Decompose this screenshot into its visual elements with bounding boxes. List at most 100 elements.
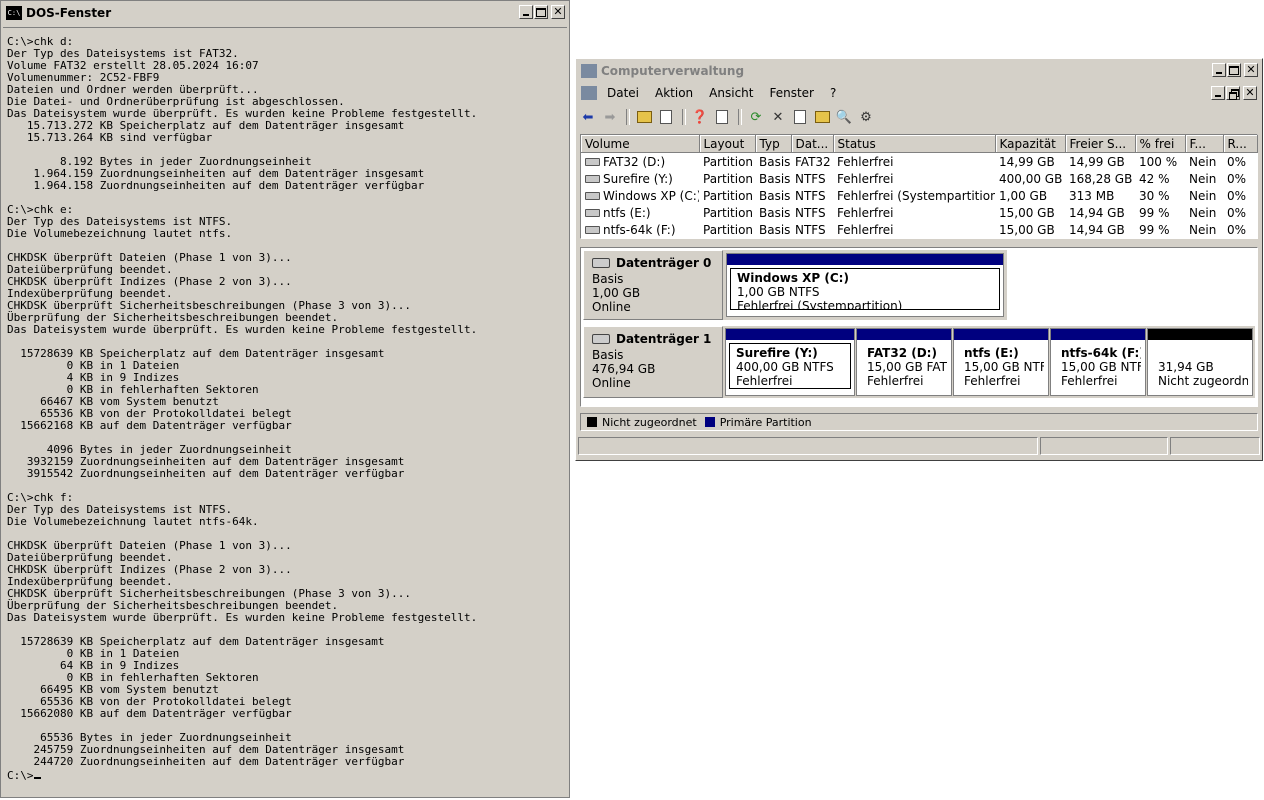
unallocated-details: 31,94 GB Nicht zugeordnet (1151, 343, 1249, 389)
table-row[interactable]: Windows XP (C:) Partition Basis NTFS Feh… (581, 187, 1257, 204)
fault-tolerance-cell: Nein (1189, 188, 1217, 203)
properties-button[interactable] (790, 107, 810, 127)
table-row[interactable]: Surefire (Y:) Partition Basis NTFS Fehle… (581, 170, 1257, 187)
console-text: C:\>chk d: Der Typ des Dateisystems ist … (3, 28, 567, 790)
free-space-cell: 14,94 GB (1069, 205, 1125, 220)
disk-1-header[interactable]: Datenträger 1 Basis 476,94 GB Online (583, 326, 723, 398)
partition-e[interactable]: ntfs (E:) 15,00 GB NTFS Fehlerfrei (953, 328, 1049, 396)
partition-size: 1,00 GB NTFS (737, 285, 820, 299)
disk-icon (592, 334, 610, 344)
menu-fenster[interactable]: Fenster (761, 86, 822, 100)
restore-icon-front (1229, 92, 1237, 100)
help-icon: ❓ (691, 109, 709, 125)
partition-status: Fehlerfrei (1061, 374, 1118, 388)
partition-d[interactable]: FAT32 (D:) 15,00 GB FAT32 Fehlerfrei (856, 328, 952, 396)
partition-title: ntfs-64k (F:) (1061, 346, 1142, 360)
col-header-kapazitaet[interactable]: Kapazität (995, 135, 1066, 153)
help-button[interactable]: ❓ (690, 107, 710, 127)
partition-c[interactable]: Windows XP (C:) 1,00 GB NTFS Fehlerfrei … (726, 253, 1004, 317)
capacity-cell: 15,00 GB (999, 222, 1055, 237)
close-icon: ✕ (553, 5, 563, 18)
partition-title: Windows XP (C:) (737, 271, 849, 285)
unallocated-space[interactable]: 31,94 GB Nicht zugeordnet (1147, 328, 1253, 396)
settings-button[interactable]: ⚙ (856, 107, 876, 127)
col-header-layout[interactable]: Layout (699, 135, 756, 153)
console-output-area[interactable]: C:\>chk d: Der Typ des Dateisystems ist … (3, 27, 567, 795)
partition-size: 31,94 GB (1158, 360, 1214, 374)
action-pane-button[interactable] (712, 107, 732, 127)
layout-cell: Partition (703, 171, 754, 186)
child-close-button[interactable]: ✕ (1243, 86, 1257, 100)
percent-free-cell: 100 % (1139, 154, 1178, 169)
col-header-dateisystem[interactable]: Dat... (791, 135, 834, 153)
overhead-cell: 0% (1227, 205, 1247, 220)
table-row[interactable]: FAT32 (D:) Partition Basis FAT32 Fehlerf… (581, 153, 1257, 171)
mmc-maximize-button[interactable] (1227, 63, 1241, 77)
col-header-fehlertoleranz[interactable]: F... (1185, 135, 1224, 153)
search-button[interactable]: 🔍 (834, 107, 854, 127)
maximize-button[interactable] (534, 5, 548, 19)
close-button[interactable]: ✕ (551, 5, 565, 19)
dos-titlebar[interactable]: C:\ DOS-Fenster ✕ (3, 3, 567, 23)
status-cell: Fehlerfrei (837, 205, 894, 220)
col-header-freier-speicher[interactable]: Freier S... (1065, 135, 1136, 153)
menu-ansicht[interactable]: Ansicht (701, 86, 761, 100)
disk-0-header[interactable]: Datenträger 0 Basis 1,00 GB Online (583, 250, 723, 320)
legend-unallocated: Nicht zugeordnet (602, 415, 697, 429)
filesystem-cell: FAT32 (795, 154, 831, 169)
drive-icon (585, 192, 600, 200)
primary-partition-bar (954, 329, 1048, 340)
dos-title: DOS-Fenster (26, 6, 112, 20)
volume-cell: FAT32 (D:) (581, 153, 699, 171)
table-row[interactable]: ntfs (E:) Partition Basis NTFS Fehlerfre… (581, 204, 1257, 221)
col-header-prozent-frei[interactable]: % frei (1135, 135, 1186, 153)
table-row[interactable]: ntfs-64k (F:) Partition Basis NTFS Fehle… (581, 221, 1257, 238)
folder-up-icon (636, 111, 652, 123)
refresh-button[interactable]: ⟳ (746, 107, 766, 127)
partition-y[interactable]: Surefire (Y:) 400,00 GB NTFS Fehlerfrei (725, 328, 855, 396)
status-cell: Fehlerfrei (Systempartition) (837, 188, 995, 203)
open-button[interactable] (812, 107, 832, 127)
up-level-button[interactable] (634, 107, 654, 127)
partition-title: FAT32 (D:) (867, 346, 937, 360)
primary-partition-bar (1051, 329, 1145, 340)
partition-e-details: ntfs (E:) 15,00 GB NTFS Fehlerfrei (957, 343, 1045, 389)
overhead-cell: 0% (1227, 188, 1247, 203)
toolbar-separator (682, 109, 686, 125)
layout-cell: Partition (703, 188, 754, 203)
volume-name: Windows XP (C:) (603, 188, 699, 203)
delete-button[interactable]: ✕ (768, 107, 788, 127)
volume-list[interactable]: Volume Layout Typ Dat... Status Kapazitä… (580, 134, 1258, 239)
minimize-button[interactable] (519, 5, 533, 19)
typ-cell: Basis (759, 188, 791, 203)
filesystem-cell: NTFS (795, 188, 826, 203)
mmc-close-button[interactable]: ✕ (1244, 63, 1258, 77)
child-minimize-button[interactable] (1211, 86, 1225, 100)
console-app-icon[interactable]: C:\ (6, 6, 22, 20)
col-header-typ[interactable]: Typ (755, 135, 792, 153)
menu-aktion[interactable]: Aktion (647, 86, 701, 100)
back-button[interactable]: ⬅ (578, 107, 598, 127)
mmc-minimize-button[interactable] (1212, 63, 1226, 77)
child-window-icon[interactable] (581, 86, 597, 100)
text-cursor (33, 768, 41, 779)
menu-help[interactable]: ? (822, 86, 844, 100)
disk-graphical-view[interactable]: Datenträger 0 Basis 1,00 GB Online Windo… (580, 247, 1258, 407)
menu-datei[interactable]: Datei (599, 86, 647, 100)
legend: Nicht zugeordnet Primäre Partition (580, 413, 1258, 431)
typ-cell: Basis (759, 171, 791, 186)
show-hide-tree-button[interactable] (656, 107, 676, 127)
forward-button[interactable]: ➡ (600, 107, 620, 127)
minimize-icon (1216, 72, 1222, 74)
menu-bar: Datei Aktion Ansicht Fenster ? ✕ (578, 83, 1260, 103)
mmc-app-icon[interactable] (581, 64, 597, 78)
mmc-titlebar[interactable]: Computerverwaltung ✕ (578, 61, 1260, 81)
col-header-ressourcen[interactable]: R... (1223, 135, 1258, 153)
child-restore-button[interactable] (1226, 86, 1240, 100)
drive-icon (585, 226, 600, 234)
legend-primary: Primäre Partition (719, 415, 812, 429)
col-header-status[interactable]: Status (833, 135, 996, 153)
col-header-volume[interactable]: Volume (581, 135, 700, 153)
partition-f[interactable]: ntfs-64k (F:) 15,00 GB NTFS Fehlerfrei (1050, 328, 1146, 396)
mmc-title: Computerverwaltung (601, 64, 745, 78)
